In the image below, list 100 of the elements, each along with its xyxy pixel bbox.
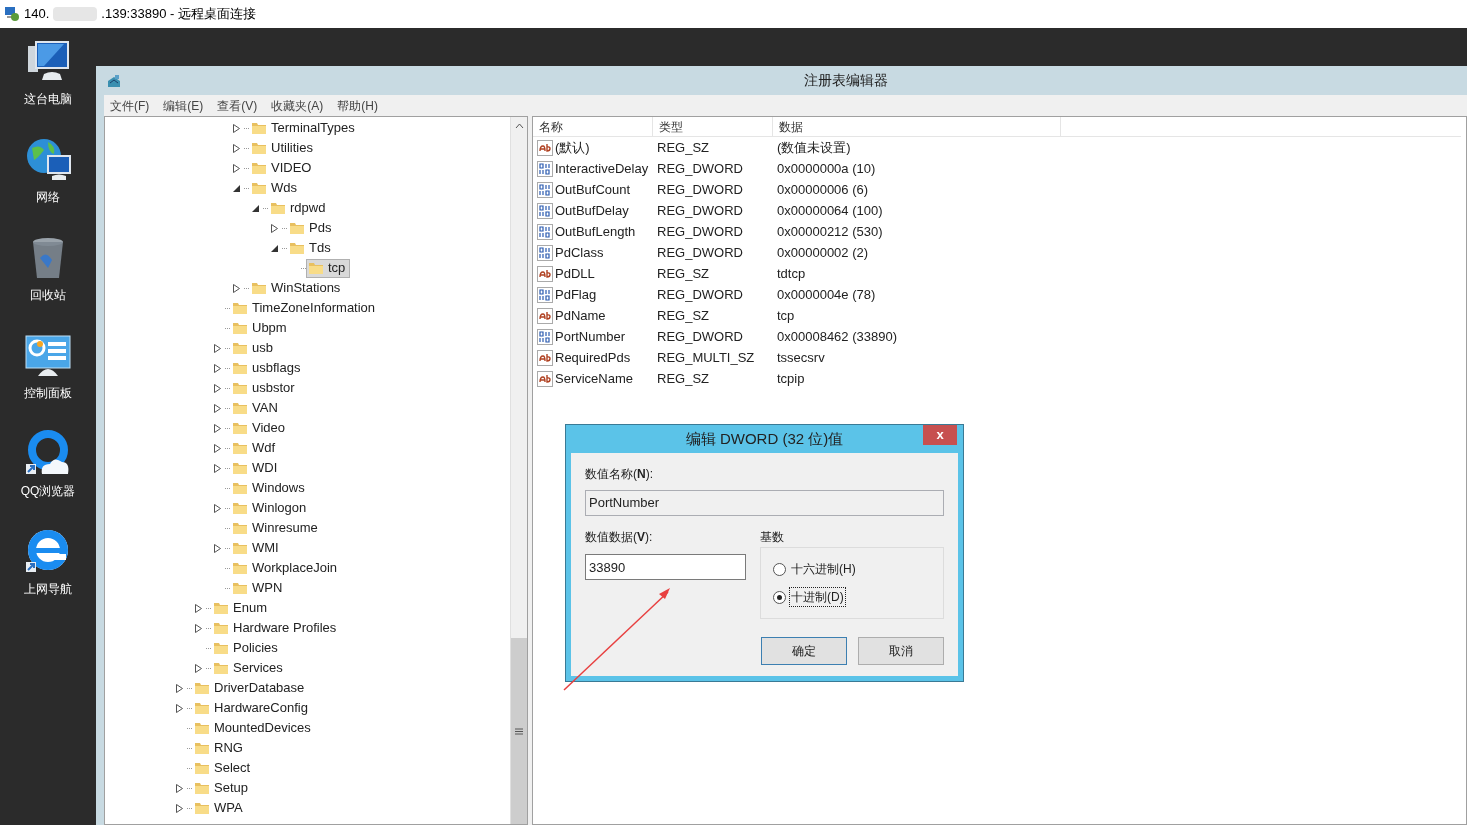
value-name[interactable]: OutBufLength bbox=[555, 221, 636, 242]
folder-icon bbox=[251, 140, 267, 156]
value-name[interactable]: PortNumber bbox=[555, 326, 626, 347]
collapsed-arrow-icon[interactable] bbox=[269, 223, 279, 233]
collapsed-arrow-icon[interactable] bbox=[212, 503, 222, 513]
value-name[interactable]: (默认) bbox=[555, 137, 590, 158]
redaction-blur bbox=[53, 7, 98, 21]
column-header[interactable]: 名称 bbox=[533, 117, 653, 137]
close-button[interactable]: x bbox=[923, 425, 957, 445]
value-data: 0x00000064 (100) bbox=[776, 201, 884, 220]
menu-item[interactable]: 帮助(H) bbox=[337, 96, 378, 115]
expanded-arrow-icon[interactable] bbox=[231, 183, 241, 193]
scrollbar[interactable] bbox=[510, 117, 527, 824]
value-data: tcp bbox=[776, 306, 796, 325]
folder-icon bbox=[194, 780, 210, 796]
value-type: REG_DWORD bbox=[656, 201, 744, 220]
collapsed-arrow-icon[interactable] bbox=[212, 443, 222, 453]
value-type: REG_DWORD bbox=[656, 327, 744, 346]
folder-icon bbox=[232, 320, 248, 336]
folder-icon bbox=[232, 580, 248, 596]
menu-item[interactable]: 编辑(E) bbox=[163, 96, 204, 115]
menu-item[interactable]: 文件(F) bbox=[110, 96, 150, 115]
folder-icon bbox=[289, 220, 305, 236]
collapsed-arrow-icon[interactable] bbox=[212, 543, 222, 553]
desktop-icon-label[interactable]: 上网导航 bbox=[24, 580, 72, 598]
value-type: REG_DWORD bbox=[656, 222, 744, 241]
folder-icon bbox=[308, 260, 324, 276]
expanded-arrow-icon[interactable] bbox=[250, 203, 260, 213]
desktop-icon-label[interactable]: QQ浏览器 bbox=[20, 482, 76, 500]
value-name[interactable]: OutBufDelay bbox=[555, 200, 629, 221]
collapsed-arrow-icon[interactable] bbox=[212, 403, 222, 413]
value-data: 0x0000000a (10) bbox=[776, 159, 877, 178]
group-label: 基数 bbox=[760, 529, 785, 546]
collapsed-arrow-icon[interactable] bbox=[174, 783, 184, 793]
folder-icon bbox=[232, 340, 248, 356]
folder-icon bbox=[232, 540, 248, 556]
collapsed-arrow-icon[interactable] bbox=[231, 163, 241, 173]
value-type: REG_DWORD bbox=[656, 159, 744, 178]
column-header[interactable]: 类型 bbox=[653, 117, 773, 137]
collapsed-arrow-icon[interactable] bbox=[212, 383, 222, 393]
desktop-icon-label[interactable]: 控制面板 bbox=[24, 384, 72, 402]
name-field[interactable]: PortNumber bbox=[585, 490, 944, 516]
connection-title: .139:33890 - 远程桌面连接 bbox=[101, 5, 256, 24]
value-name[interactable]: PdFlag bbox=[555, 284, 597, 305]
folder-icon bbox=[232, 300, 248, 316]
value-type: REG_SZ bbox=[656, 306, 710, 325]
collapsed-arrow-icon[interactable] bbox=[174, 803, 184, 813]
folder-icon bbox=[251, 120, 267, 136]
collapsed-arrow-icon[interactable] bbox=[212, 343, 222, 353]
desktop-icon-label[interactable]: 回收站 bbox=[30, 286, 66, 304]
value-name[interactable]: OutBufCount bbox=[555, 179, 631, 200]
folder-icon bbox=[232, 440, 248, 456]
dialog-button[interactable]: 确定 bbox=[761, 637, 847, 665]
collapsed-arrow-icon[interactable] bbox=[193, 623, 203, 633]
value-name[interactable]: RequiredPds bbox=[555, 347, 631, 368]
collapsed-arrow-icon[interactable] bbox=[174, 703, 184, 713]
collapsed-arrow-icon[interactable] bbox=[231, 283, 241, 293]
value-name[interactable]: PdName bbox=[555, 305, 606, 326]
desktop-icon-label[interactable]: 网络 bbox=[36, 188, 60, 206]
value-type: REG_DWORD bbox=[656, 285, 744, 304]
collapsed-arrow-icon[interactable] bbox=[193, 603, 203, 613]
folder-icon bbox=[289, 240, 305, 256]
tree-node[interactable]: tcp bbox=[306, 258, 351, 278]
value-data: 0x00000006 (6) bbox=[776, 180, 870, 199]
data-field[interactable]: 33890 bbox=[585, 554, 746, 580]
value-type: REG_DWORD bbox=[656, 180, 744, 199]
dialog-title: 编辑 DWORD (32 位)值 bbox=[685, 428, 844, 449]
value-name[interactable]: PdDLL bbox=[555, 263, 595, 284]
collapsed-arrow-icon[interactable] bbox=[212, 423, 222, 433]
value-type: REG_SZ bbox=[656, 138, 710, 157]
radio-label[interactable]: 十六进制(H) bbox=[789, 559, 858, 579]
expanded-arrow-icon[interactable] bbox=[269, 243, 279, 253]
menu-item[interactable]: 收藏夹(A) bbox=[271, 96, 324, 115]
collapsed-arrow-icon[interactable] bbox=[193, 663, 203, 673]
collapsed-arrow-icon[interactable] bbox=[212, 363, 222, 373]
field-label: 数值名称(N): bbox=[585, 466, 654, 483]
collapsed-arrow-icon[interactable] bbox=[174, 683, 184, 693]
grip-icon[interactable] bbox=[515, 727, 523, 735]
value-name[interactable]: PdClass bbox=[555, 242, 604, 263]
radio-button[interactable] bbox=[773, 590, 786, 604]
window-title: 注册表编辑器 bbox=[804, 71, 888, 90]
collapsed-arrow-icon[interactable] bbox=[212, 463, 222, 473]
collapsed-arrow-icon[interactable] bbox=[231, 143, 241, 153]
collapsed-arrow-icon[interactable] bbox=[231, 123, 241, 133]
radio-button[interactable] bbox=[773, 562, 786, 576]
value-data: 0x00000002 (2) bbox=[776, 243, 870, 262]
folder-icon bbox=[213, 620, 229, 636]
desktop-icon-label[interactable]: 这台电脑 bbox=[24, 90, 72, 108]
value-type: REG_MULTI_SZ bbox=[656, 348, 756, 367]
column-header[interactable]: 数据 bbox=[773, 117, 1061, 137]
value-type: REG_DWORD bbox=[656, 243, 744, 262]
radio-label[interactable]: 十进制(D) bbox=[789, 587, 846, 607]
dialog-button[interactable]: 取消 bbox=[858, 637, 944, 665]
menu-item[interactable]: 查看(V) bbox=[217, 96, 258, 115]
folder-icon bbox=[194, 700, 210, 716]
folder-icon bbox=[213, 660, 229, 676]
value-name[interactable]: InteractiveDelay bbox=[555, 158, 649, 179]
folder-icon bbox=[232, 520, 248, 536]
folder-icon bbox=[251, 160, 267, 176]
value-name[interactable]: ServiceName bbox=[555, 368, 634, 389]
